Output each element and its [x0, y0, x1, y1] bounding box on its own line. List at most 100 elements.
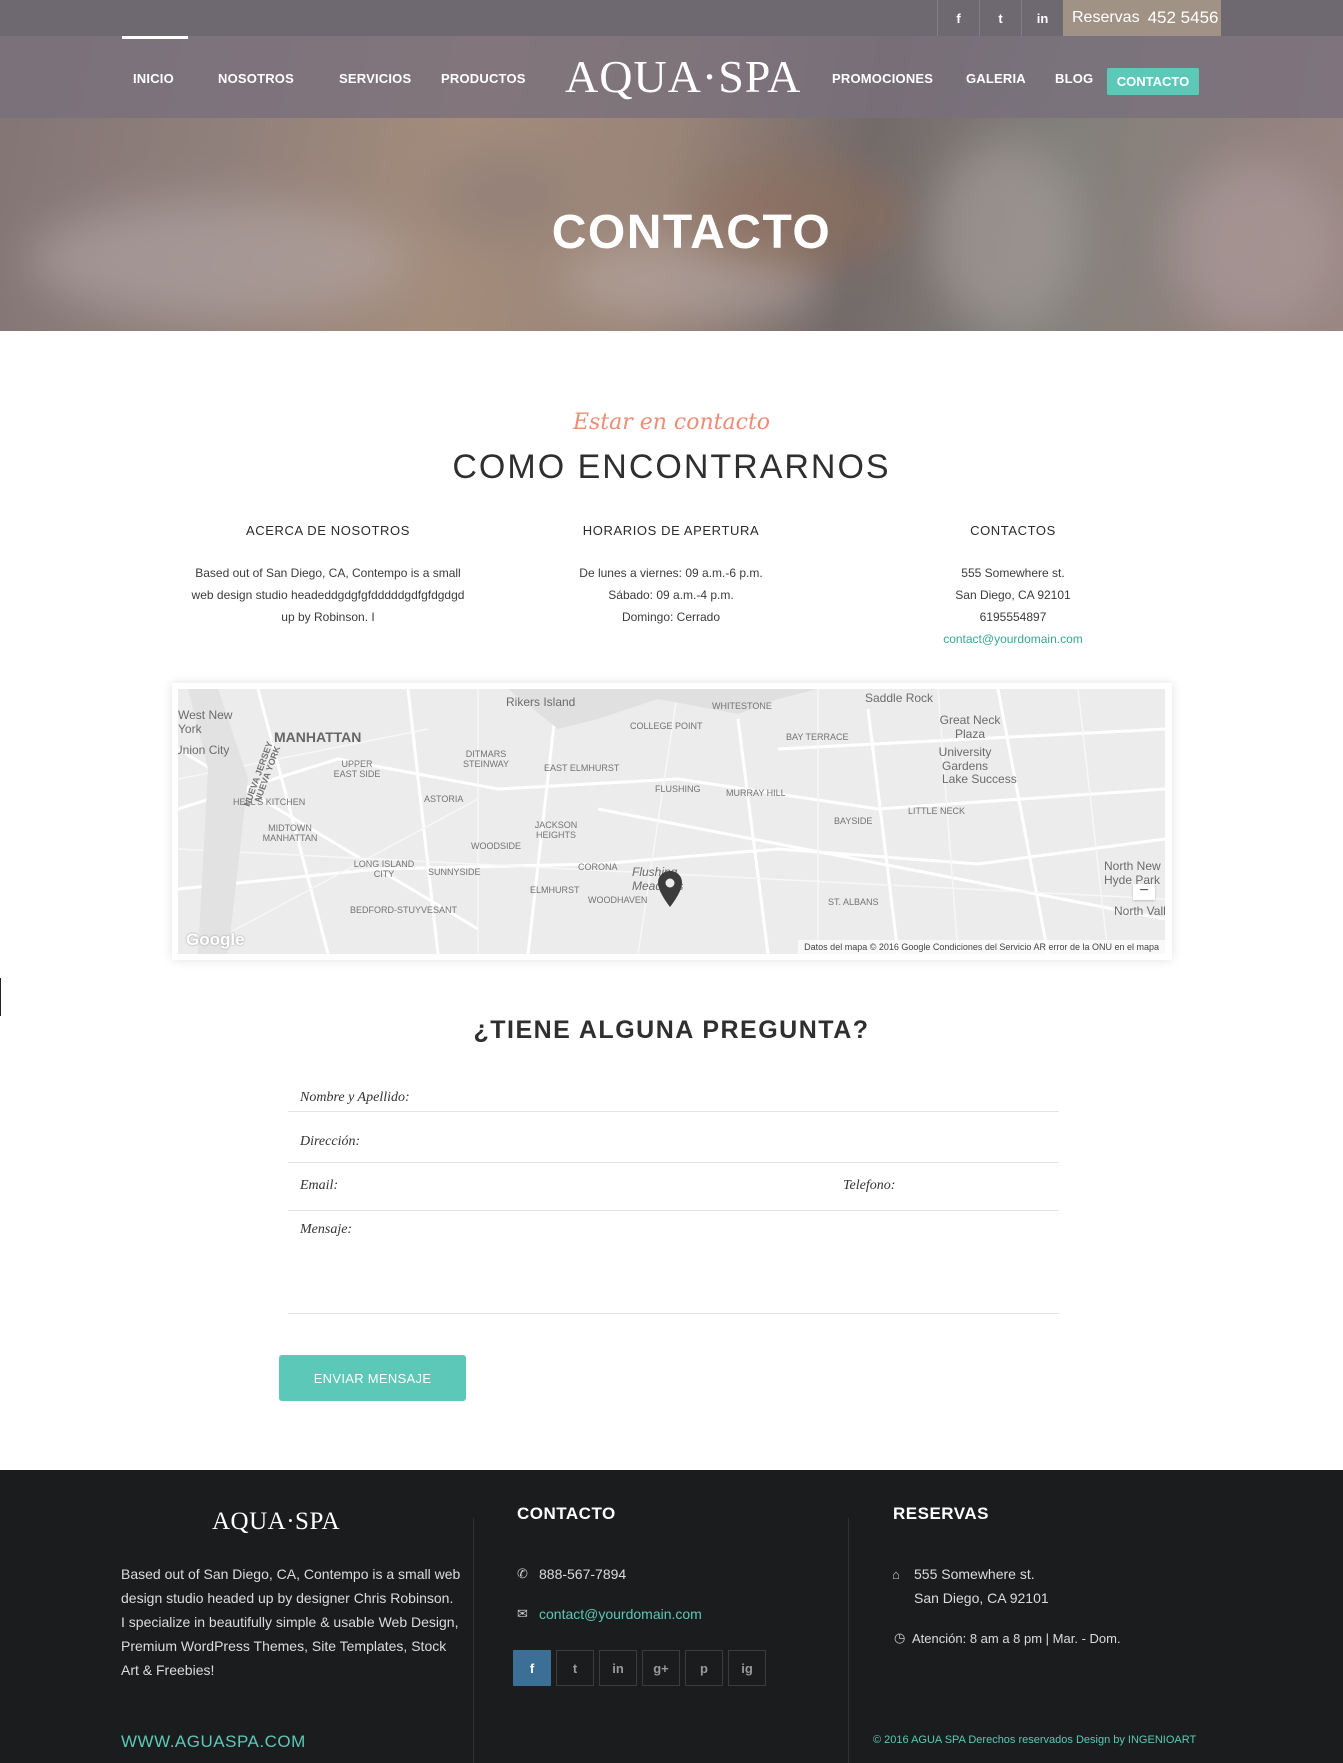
about-column: ACERCA DE NOSOTROS Based out of San Dieg… [168, 523, 488, 628]
google-map[interactable]: Rikers Island WHITESTONE Saddle Rock Wes… [178, 689, 1165, 954]
map-zoom-out-button[interactable]: − [1133, 883, 1155, 900]
clock-icon: ◷ [894, 1630, 906, 1645]
top-bar: f t in Reservas 452 5456 [0, 0, 1343, 36]
contacts-address-line: San Diego, CA 92101 [955, 588, 1071, 602]
phone-field[interactable]: Telefono: [843, 1178, 895, 1194]
reservas-phone-button[interactable]: Reservas 452 5456 [1063, 0, 1221, 36]
footer-divider [473, 1518, 474, 1763]
email-phone-underline [288, 1210, 1059, 1211]
nav-item-inicio[interactable]: INICIO [133, 71, 174, 86]
map-label: ASTORIA [424, 794, 464, 804]
map-pin-icon[interactable] [658, 871, 682, 907]
hours-line: De lunes a viernes: 09 a.m.-6 p.m. [579, 566, 763, 580]
text-cursor [0, 978, 1, 1016]
linkedin-icon[interactable]: in [599, 1650, 637, 1686]
map-label: UPPER EAST SIDE [333, 759, 381, 779]
nav-item-galeria[interactable]: GALERIA [966, 71, 1026, 86]
nav-item-nosotros[interactable]: NOSOTROS [218, 71, 294, 86]
map-attribution: Datos del mapa © 2016 Google Condiciones… [798, 940, 1165, 954]
contacts-email-link[interactable]: contact@yourdomain.com [943, 632, 1083, 646]
google-logo: Google [186, 930, 245, 949]
footer-about-text: Based out of San Diego, CA, Contempo is … [121, 1566, 461, 1678]
message-field-underline [288, 1313, 1059, 1314]
map-label: LONG ISLAND CITY [353, 859, 415, 879]
site-logo[interactable]: AQUA·SPA [565, 50, 801, 103]
envelope-icon: ✉ [517, 1606, 528, 1621]
contacts-column: CONTACTOS 555 Somewhere st. San Diego, C… [853, 523, 1173, 650]
map-label: CORONA [578, 862, 618, 872]
copyright-text: © 2016 AGUA SPA Derechos reservados Desi… [873, 1734, 1197, 1746]
pinterest-icon[interactable]: p [685, 1650, 723, 1686]
map-frame: Rikers Island WHITESTONE Saddle Rock Wes… [172, 683, 1172, 960]
map-label: FLUSHING [655, 784, 701, 794]
map-label: DITMARS STEINWAY [462, 749, 509, 769]
map-label: Great Neck Plaza [939, 713, 1001, 741]
hours-column: HORARIOS DE APERTURA De lunes a viernes:… [511, 523, 831, 628]
about-heading: ACERCA DE NOSOTROS [246, 523, 410, 538]
about-line: web design studio headeddgdgfgfdddddgdfg… [191, 588, 465, 602]
map-label: EAST ELMHURST [544, 763, 620, 773]
footer-logo[interactable]: AQUA·SPA [212, 1508, 340, 1536]
footer-email-link[interactable]: contact@yourdomain.com [539, 1606, 702, 1622]
nav-item-promociones[interactable]: PROMOCIONES [832, 71, 933, 86]
hours-line: Sábado: 09 a.m.-4 p.m. [608, 588, 734, 602]
map-label: North New Hyde Park [1104, 859, 1161, 887]
instagram-icon[interactable]: ig [728, 1650, 766, 1686]
form-title: ¿TIENE ALGUNA PREGUNTA? [473, 1016, 870, 1044]
map-label: COLLEGE POINT [630, 721, 703, 731]
footer-address-line: 555 Somewhere st. [914, 1566, 1035, 1582]
contacts-address-line: 555 Somewhere st. [961, 566, 1065, 580]
footer-email-row: ✉ contact@yourdomain.com [517, 1606, 702, 1622]
hours-heading: HORARIOS DE APERTURA [582, 523, 760, 538]
send-message-button[interactable]: ENVIAR MENSAJE [279, 1355, 466, 1401]
map-label: Union City [178, 743, 230, 757]
footer-phone: 888-567-7894 [539, 1566, 627, 1582]
facebook-icon[interactable]: f [937, 0, 979, 36]
map-label: LITTLE NECK [908, 806, 966, 816]
map-label: JACKSON HEIGHTS [534, 820, 578, 840]
twitter-icon[interactable]: t [979, 0, 1021, 36]
facebook-icon[interactable]: f [513, 1650, 551, 1686]
footer-phone-row: ✆ 888-567-7894 [517, 1566, 626, 1582]
google-plus-icon[interactable]: g+ [642, 1650, 680, 1686]
map-label: West New York [178, 708, 233, 736]
phone-icon: ✆ [517, 1566, 528, 1581]
map-label: Lake Success [942, 772, 1017, 786]
footer-address-line: San Diego, CA 92101 [914, 1590, 1049, 1606]
home-icon: ⌂ [892, 1566, 900, 1582]
nav-item-contacto[interactable]: CONTACTO [1107, 68, 1199, 95]
nav-item-blog[interactable]: BLOG [1055, 71, 1093, 86]
map-label: North Valley [1114, 904, 1165, 918]
about-line: up by Robinson. I [281, 610, 375, 624]
linkedin-icon[interactable]: in [1021, 0, 1063, 36]
main-navigation: INICIO NOSOTROS SERVICIOS PRODUCTOS AQUA… [0, 36, 1343, 118]
footer-reservas-heading: RESERVAS [893, 1504, 989, 1523]
map-label: BEDFORD-STUYVESANT [350, 905, 458, 915]
site-footer: AQUA·SPA Based out of San Diego, CA, Con… [0, 1470, 1343, 1763]
address-field[interactable]: Dirección: [300, 1134, 360, 1150]
section-script-title: Estar en contacto [572, 410, 771, 435]
nav-item-productos[interactable]: PRODUCTOS [441, 71, 526, 86]
section-title: COMO ENCONTRARNOS [452, 448, 891, 486]
footer-divider [848, 1518, 849, 1763]
address-field-underline [288, 1162, 1059, 1163]
nav-item-servicios[interactable]: SERVICIOS [339, 71, 411, 86]
email-field[interactable]: Email: [300, 1178, 338, 1194]
twitter-icon[interactable]: t [556, 1650, 594, 1686]
map-label: ELMHURST [530, 885, 580, 895]
reservas-phone: 452 5456 [1147, 8, 1219, 27]
map-label: ST. ALBANS [828, 897, 879, 907]
footer-hours-row: ◷ Atención: 8 am a 8 pm | Mar. - Dom. [894, 1630, 1121, 1646]
footer-hours: Atención: 8 am a 8 pm | Mar. - Dom. [912, 1630, 1121, 1646]
footer-website-link[interactable]: WWW.AGUASPA.COM [121, 1732, 306, 1752]
map-label: WHITESTONE [712, 701, 772, 711]
map-label: WOODSIDE [471, 841, 522, 851]
footer-address-row-2: San Diego, CA 92101 [914, 1590, 1049, 1606]
map-label: BAYSIDE [834, 816, 873, 826]
hours-line: Domingo: Cerrado [621, 610, 721, 624]
name-field[interactable]: Nombre y Apellido: [300, 1090, 410, 1106]
footer-contact-heading: CONTACTO [517, 1504, 616, 1523]
name-field-underline [288, 1111, 1059, 1112]
message-field[interactable]: Mensaje: [300, 1222, 352, 1238]
nav-active-indicator [122, 36, 188, 39]
